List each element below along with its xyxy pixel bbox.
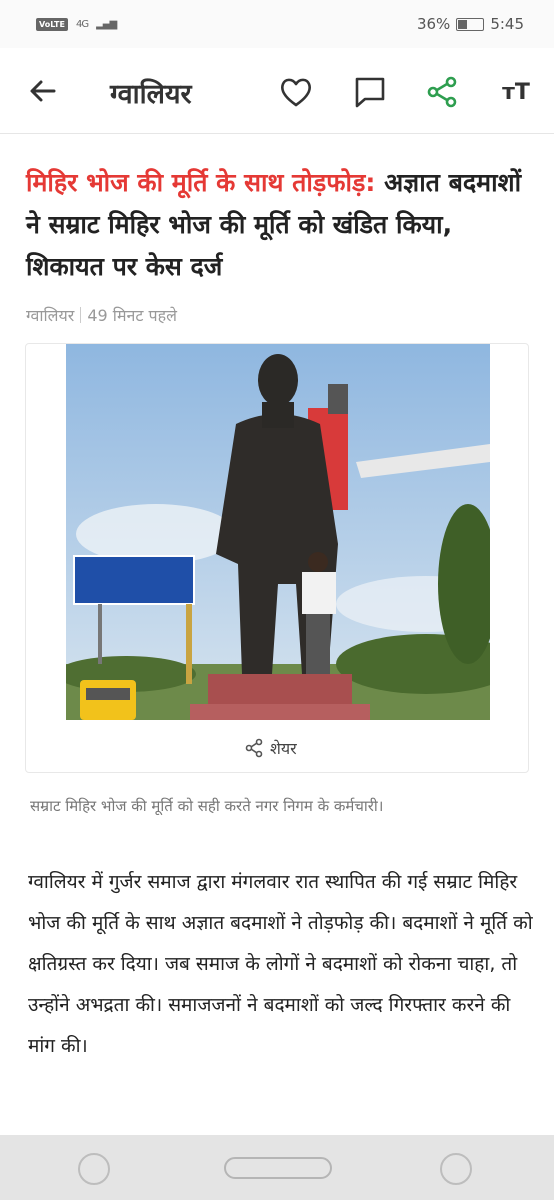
back-arrow-icon[interactable] [26, 74, 60, 108]
headline-kicker: मिहिर भोज की मूर्ति के साथ तोड़फोड़: [26, 168, 376, 197]
status-right: 36% 5:45 [417, 15, 524, 33]
image-caption: सम्राट मिहिर भोज की मूर्ति को सही करते न… [30, 797, 384, 815]
overview-icon[interactable] [440, 1153, 472, 1185]
status-bar: VoLTE 4G ▂▄▆ 36% 5:45 [0, 0, 554, 48]
image-share-label: शेयर [270, 739, 297, 758]
network-label: 4G [75, 18, 89, 30]
status-left: VoLTE 4G ▂▄▆ [36, 17, 117, 31]
assistant-icon[interactable] [78, 1153, 110, 1185]
clock: 5:45 [490, 15, 524, 33]
page-title: ग्वालियर [110, 79, 192, 110]
article-body: ग्वालियर में गुर्जर समाज द्वारा मंगलवार … [28, 871, 533, 1057]
app-bar: ग्वालियर тT [0, 48, 554, 134]
article-meta: ग्वालियर 49 मिनट पहले [26, 304, 177, 326]
article-photo[interactable] [66, 344, 490, 720]
battery-percent: 36% [416, 15, 451, 33]
comment-icon[interactable] [352, 74, 388, 110]
article-time: 49 मिनट पहले [87, 306, 177, 325]
heart-icon[interactable] [278, 74, 314, 110]
home-pill[interactable] [224, 1157, 332, 1179]
battery-icon [456, 17, 485, 31]
system-nav-bar [0, 1135, 554, 1200]
volte-badge: VoLTE [36, 17, 68, 31]
font-size-icon[interactable]: тT [498, 74, 534, 110]
battery-fill [458, 19, 467, 29]
article-location[interactable]: ग्वालियर [26, 304, 74, 326]
article-headline: मिहिर भोज की मूर्ति के साथ तोड़फोड़: अज्… [26, 162, 534, 288]
meta-divider [80, 307, 82, 323]
image-share-button[interactable]: शेयर [244, 737, 297, 759]
image-card: शेयर [25, 343, 529, 773]
share-icon[interactable] [424, 74, 460, 110]
share-small-icon [245, 738, 263, 758]
signal-icon: ▂▄▆ [96, 18, 117, 30]
